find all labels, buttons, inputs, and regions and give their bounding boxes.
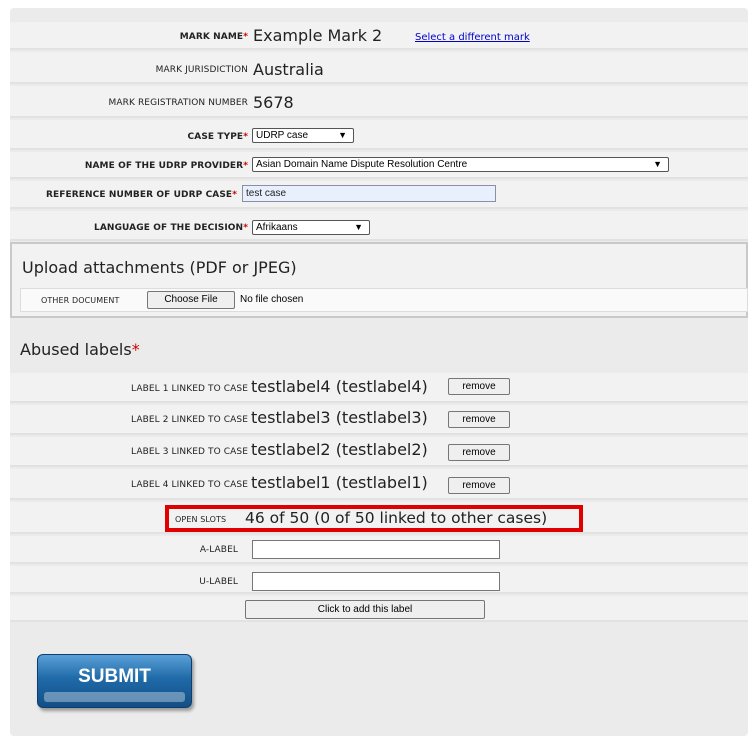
linked-label-value: testlabel2 (testlabel2) bbox=[251, 440, 428, 459]
decision-language-row: LANGUAGE OF THE DECISION* Afrikaans ▼ bbox=[10, 211, 748, 241]
mark-name-value: Example Mark 2 bbox=[253, 26, 383, 45]
case-type-selected: UDRP case bbox=[256, 130, 309, 141]
mark-name-label: MARK NAME* bbox=[179, 32, 248, 42]
remove-label-button[interactable]: remove bbox=[448, 477, 510, 494]
remove-label-button[interactable]: remove bbox=[448, 378, 510, 395]
decision-language-selected: Afrikaans bbox=[256, 222, 298, 233]
udrp-provider-row: NAME OF THE UDRP PROVIDER* Asian Domain … bbox=[10, 152, 748, 179]
select-different-mark-link[interactable]: Select a different mark bbox=[415, 32, 530, 43]
open-slots-value: 46 of 50 (0 of 50 linked to other cases) bbox=[245, 509, 548, 527]
open-slots-label: OPEN SLOTS bbox=[175, 515, 227, 524]
linked-label-value: testlabel1 (testlabel1) bbox=[251, 473, 428, 492]
a-label-input[interactable] bbox=[252, 540, 500, 559]
linked-label-label: LABEL 2 LINKED TO CASE bbox=[131, 415, 248, 425]
no-file-chosen-text: No file chosen bbox=[240, 294, 304, 305]
udrp-reference-row: REFERENCE NUMBER OF UDRP CASE* test case bbox=[10, 181, 748, 209]
other-document-label: OTHER DOCUMENT bbox=[41, 296, 120, 305]
linked-label-row: LABEL 1 LINKED TO CASE testlabel4 (testl… bbox=[10, 373, 748, 403]
linked-label-row: LABEL 3 LINKED TO CASE testlabel2 (testl… bbox=[10, 437, 748, 467]
case-type-select[interactable]: UDRP case ▼ bbox=[252, 128, 354, 143]
udrp-provider-selected: Asian Domain Name Dispute Resolution Cen… bbox=[256, 159, 468, 170]
linked-label-value: testlabel3 (testlabel3) bbox=[251, 408, 428, 427]
linked-label-label: LABEL 4 LINKED TO CASE bbox=[131, 480, 248, 490]
submit-button[interactable]: SUBMIT bbox=[37, 654, 192, 708]
udrp-reference-input[interactable]: test case bbox=[242, 185, 496, 202]
mark-jurisdiction-row: MARK JURISDICTION Australia bbox=[10, 52, 748, 84]
a-label-row: A-LABEL bbox=[10, 536, 748, 564]
decision-language-label: LANGUAGE OF THE DECISION* bbox=[94, 223, 248, 233]
mark-jurisdiction-label: MARK JURISDICTION bbox=[155, 65, 248, 75]
other-document-row: OTHER DOCUMENT Choose File No file chose… bbox=[20, 288, 748, 312]
remove-label-button[interactable]: remove bbox=[448, 411, 510, 428]
add-label-button[interactable]: Click to add this label bbox=[245, 600, 485, 619]
a-label-label: A-LABEL bbox=[199, 545, 238, 555]
case-type-label: CASE TYPE* bbox=[187, 132, 248, 142]
abused-labels-title: Abused labels* bbox=[20, 340, 140, 359]
udrp-provider-select[interactable]: Asian Domain Name Dispute Resolution Cen… bbox=[252, 157, 669, 172]
upload-attachments-section: Upload attachments (PDF or JPEG) OTHER D… bbox=[10, 242, 748, 318]
open-slots-highlight: OPEN SLOTS 46 of 50 (0 of 50 linked to o… bbox=[165, 505, 583, 532]
u-label-label: U-LABEL bbox=[199, 577, 238, 587]
decision-language-select[interactable]: Afrikaans ▼ bbox=[252, 220, 370, 235]
add-label-row: Click to add this label bbox=[10, 596, 748, 622]
linked-label-label: LABEL 3 LINKED TO CASE bbox=[131, 447, 248, 457]
chevron-down-icon: ▼ bbox=[354, 222, 363, 232]
remove-label-button[interactable]: remove bbox=[448, 444, 510, 461]
choose-file-button[interactable]: Choose File bbox=[147, 291, 235, 309]
chevron-down-icon: ▼ bbox=[338, 130, 347, 140]
mark-name-row: MARK NAME* Example Mark 2 Select a diffe… bbox=[10, 22, 748, 50]
upload-attachments-title: Upload attachments (PDF or JPEG) bbox=[22, 258, 297, 277]
mark-registration-value: 5678 bbox=[253, 93, 294, 112]
chevron-down-icon: ▼ bbox=[653, 159, 662, 169]
submit-shine bbox=[44, 692, 185, 702]
linked-label-label: LABEL 1 LINKED TO CASE bbox=[131, 384, 248, 394]
linked-label-row: LABEL 4 LINKED TO CASE testlabel1 (testl… bbox=[10, 469, 748, 500]
udrp-reference-label: REFERENCE NUMBER OF UDRP CASE* bbox=[45, 190, 237, 200]
linked-label-row: LABEL 2 LINKED TO CASE testlabel3 (testl… bbox=[10, 405, 748, 435]
mark-registration-row: MARK REGISTRATION NUMBER 5678 bbox=[10, 86, 748, 118]
u-label-row: U-LABEL bbox=[10, 566, 748, 594]
u-label-input[interactable] bbox=[252, 572, 500, 591]
udrp-provider-label: NAME OF THE UDRP PROVIDER* bbox=[84, 161, 248, 171]
submit-label: SUBMIT bbox=[78, 666, 151, 687]
mark-registration-label: MARK REGISTRATION NUMBER bbox=[108, 98, 248, 108]
linked-label-value: testlabel4 (testlabel4) bbox=[251, 377, 428, 396]
case-type-row: CASE TYPE* UDRP case ▼ bbox=[10, 120, 748, 150]
mark-jurisdiction-value: Australia bbox=[253, 60, 324, 79]
